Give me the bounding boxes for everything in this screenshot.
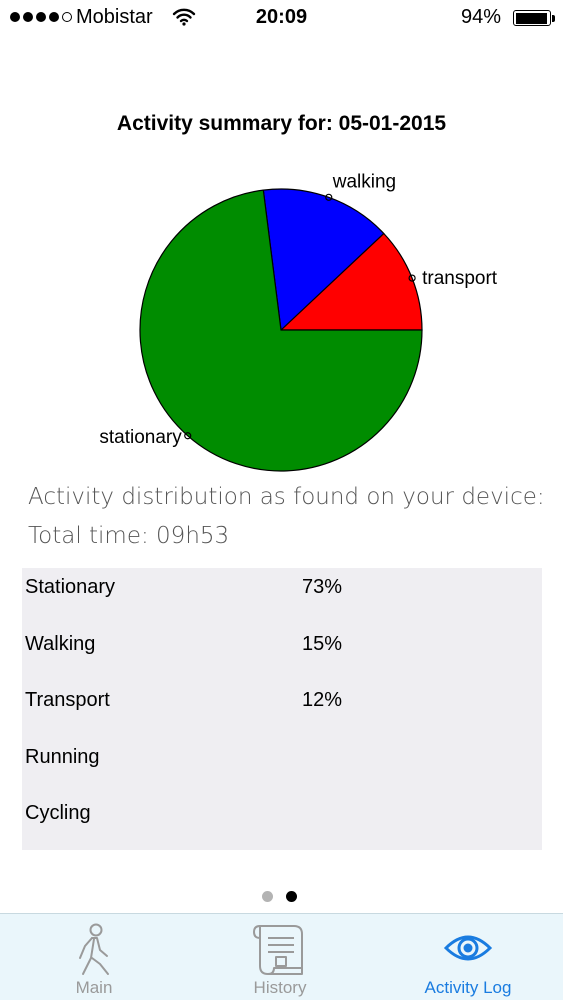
activity-name: Cycling <box>25 802 91 824</box>
tab-history[interactable]: History <box>216 914 344 1000</box>
table-row: Running <box>22 738 542 778</box>
tab-bar: Main History Activity Log <box>0 913 563 1000</box>
status-bar: Mobistar 20:09 94% <box>0 0 563 38</box>
activity-percent: 12% <box>302 689 343 711</box>
battery-percent: 94% <box>460 6 501 28</box>
eye-icon <box>443 935 493 961</box>
activity-percent: 73% <box>302 576 343 598</box>
walking-person-icon <box>79 923 109 975</box>
table-row: Cycling <box>22 794 542 834</box>
battery-icon <box>513 10 551 26</box>
page-control[interactable] <box>262 891 297 902</box>
tab-label: History <box>253 978 307 997</box>
activity-name: Running <box>25 746 100 768</box>
pie-label-transport: transport <box>422 268 498 289</box>
distribution-caption: Activity distribution as found on your d… <box>28 484 545 510</box>
tab-label: Main <box>75 978 113 997</box>
total-time: Total time: 09h53 <box>28 523 230 549</box>
tab-main[interactable]: Main <box>30 914 158 1000</box>
battery-tip <box>552 15 555 22</box>
table-row: Stationary 73% <box>22 568 542 608</box>
pie-label-walking: walking <box>332 171 396 192</box>
activity-name: Walking <box>25 633 96 655</box>
battery-level <box>515 12 547 24</box>
activity-percent: 15% <box>302 633 343 655</box>
activity-name: Stationary <box>25 576 116 598</box>
scroll-icon <box>253 925 303 975</box>
activity-pie-chart: transport walking stationary <box>99 171 498 472</box>
activity-name: Transport <box>25 689 110 711</box>
table-row: Transport 12% <box>22 681 542 721</box>
page-dot-1[interactable] <box>262 891 273 902</box>
table-row: Walking 15% <box>22 625 542 665</box>
tab-label: Activity Log <box>424 978 512 997</box>
activity-table: Stationary 73% Walking 15% Transport 12%… <box>22 568 542 850</box>
tab-activity-log[interactable]: Activity Log <box>398 914 538 1000</box>
pie-label-stationary: stationary <box>99 427 182 448</box>
chart-title: Activity summary for: 05-01-2015 <box>116 112 447 135</box>
page-dot-2[interactable] <box>286 891 297 902</box>
